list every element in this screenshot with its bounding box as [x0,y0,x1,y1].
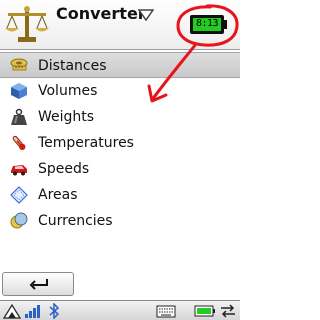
bluetooth-icon [49,303,60,319]
back-button[interactable] [2,272,74,296]
list-item-weights[interactable]: Weights [0,104,240,130]
title-bar: Converter 8:13 [0,0,240,50]
back-arrow-icon [29,279,48,290]
area-icon [10,186,28,204]
list-item-areas[interactable]: Areas [0,182,240,208]
coins-icon [10,212,28,229]
list-item-distances[interactable]: Distances [0,52,240,78]
car-icon [11,165,27,176]
list-item-currencies[interactable]: Currencies [0,208,240,234]
list-item-label: Areas [38,187,78,203]
connectivity-icon[interactable] [219,303,237,319]
list-item-volumes[interactable]: Volumes [0,78,240,104]
list-item-label: Volumes [38,83,98,99]
category-list: Distances Volumes Weights Temperatures S… [0,52,240,234]
app-title[interactable]: Converter [56,4,146,24]
keyboard-icon[interactable] [156,303,176,319]
list-item-label: Temperatures [38,135,134,151]
home-icon[interactable] [3,303,21,319]
cube-icon [11,83,27,99]
signal-icon [25,305,40,318]
battery-time: 8:13 [195,18,219,29]
screen: Converter 8:13 Distances Volumes Weights… [0,0,240,320]
list-item-temperatures[interactable]: Temperatures [0,130,240,156]
battery-icon [194,305,215,317]
distance-tape-icon [10,58,28,71]
list-item-label: Currencies [38,213,113,229]
scales-icon [5,6,49,42]
list-item-label: Distances [38,58,107,74]
thermometer-icon [12,135,26,151]
list-item-speeds[interactable]: Speeds [0,156,240,182]
weight-icon [11,108,27,125]
status-bar [0,300,240,320]
list-item-label: Speeds [38,161,90,177]
chevron-down-icon[interactable] [138,9,154,21]
list-item-label: Weights [38,109,95,125]
